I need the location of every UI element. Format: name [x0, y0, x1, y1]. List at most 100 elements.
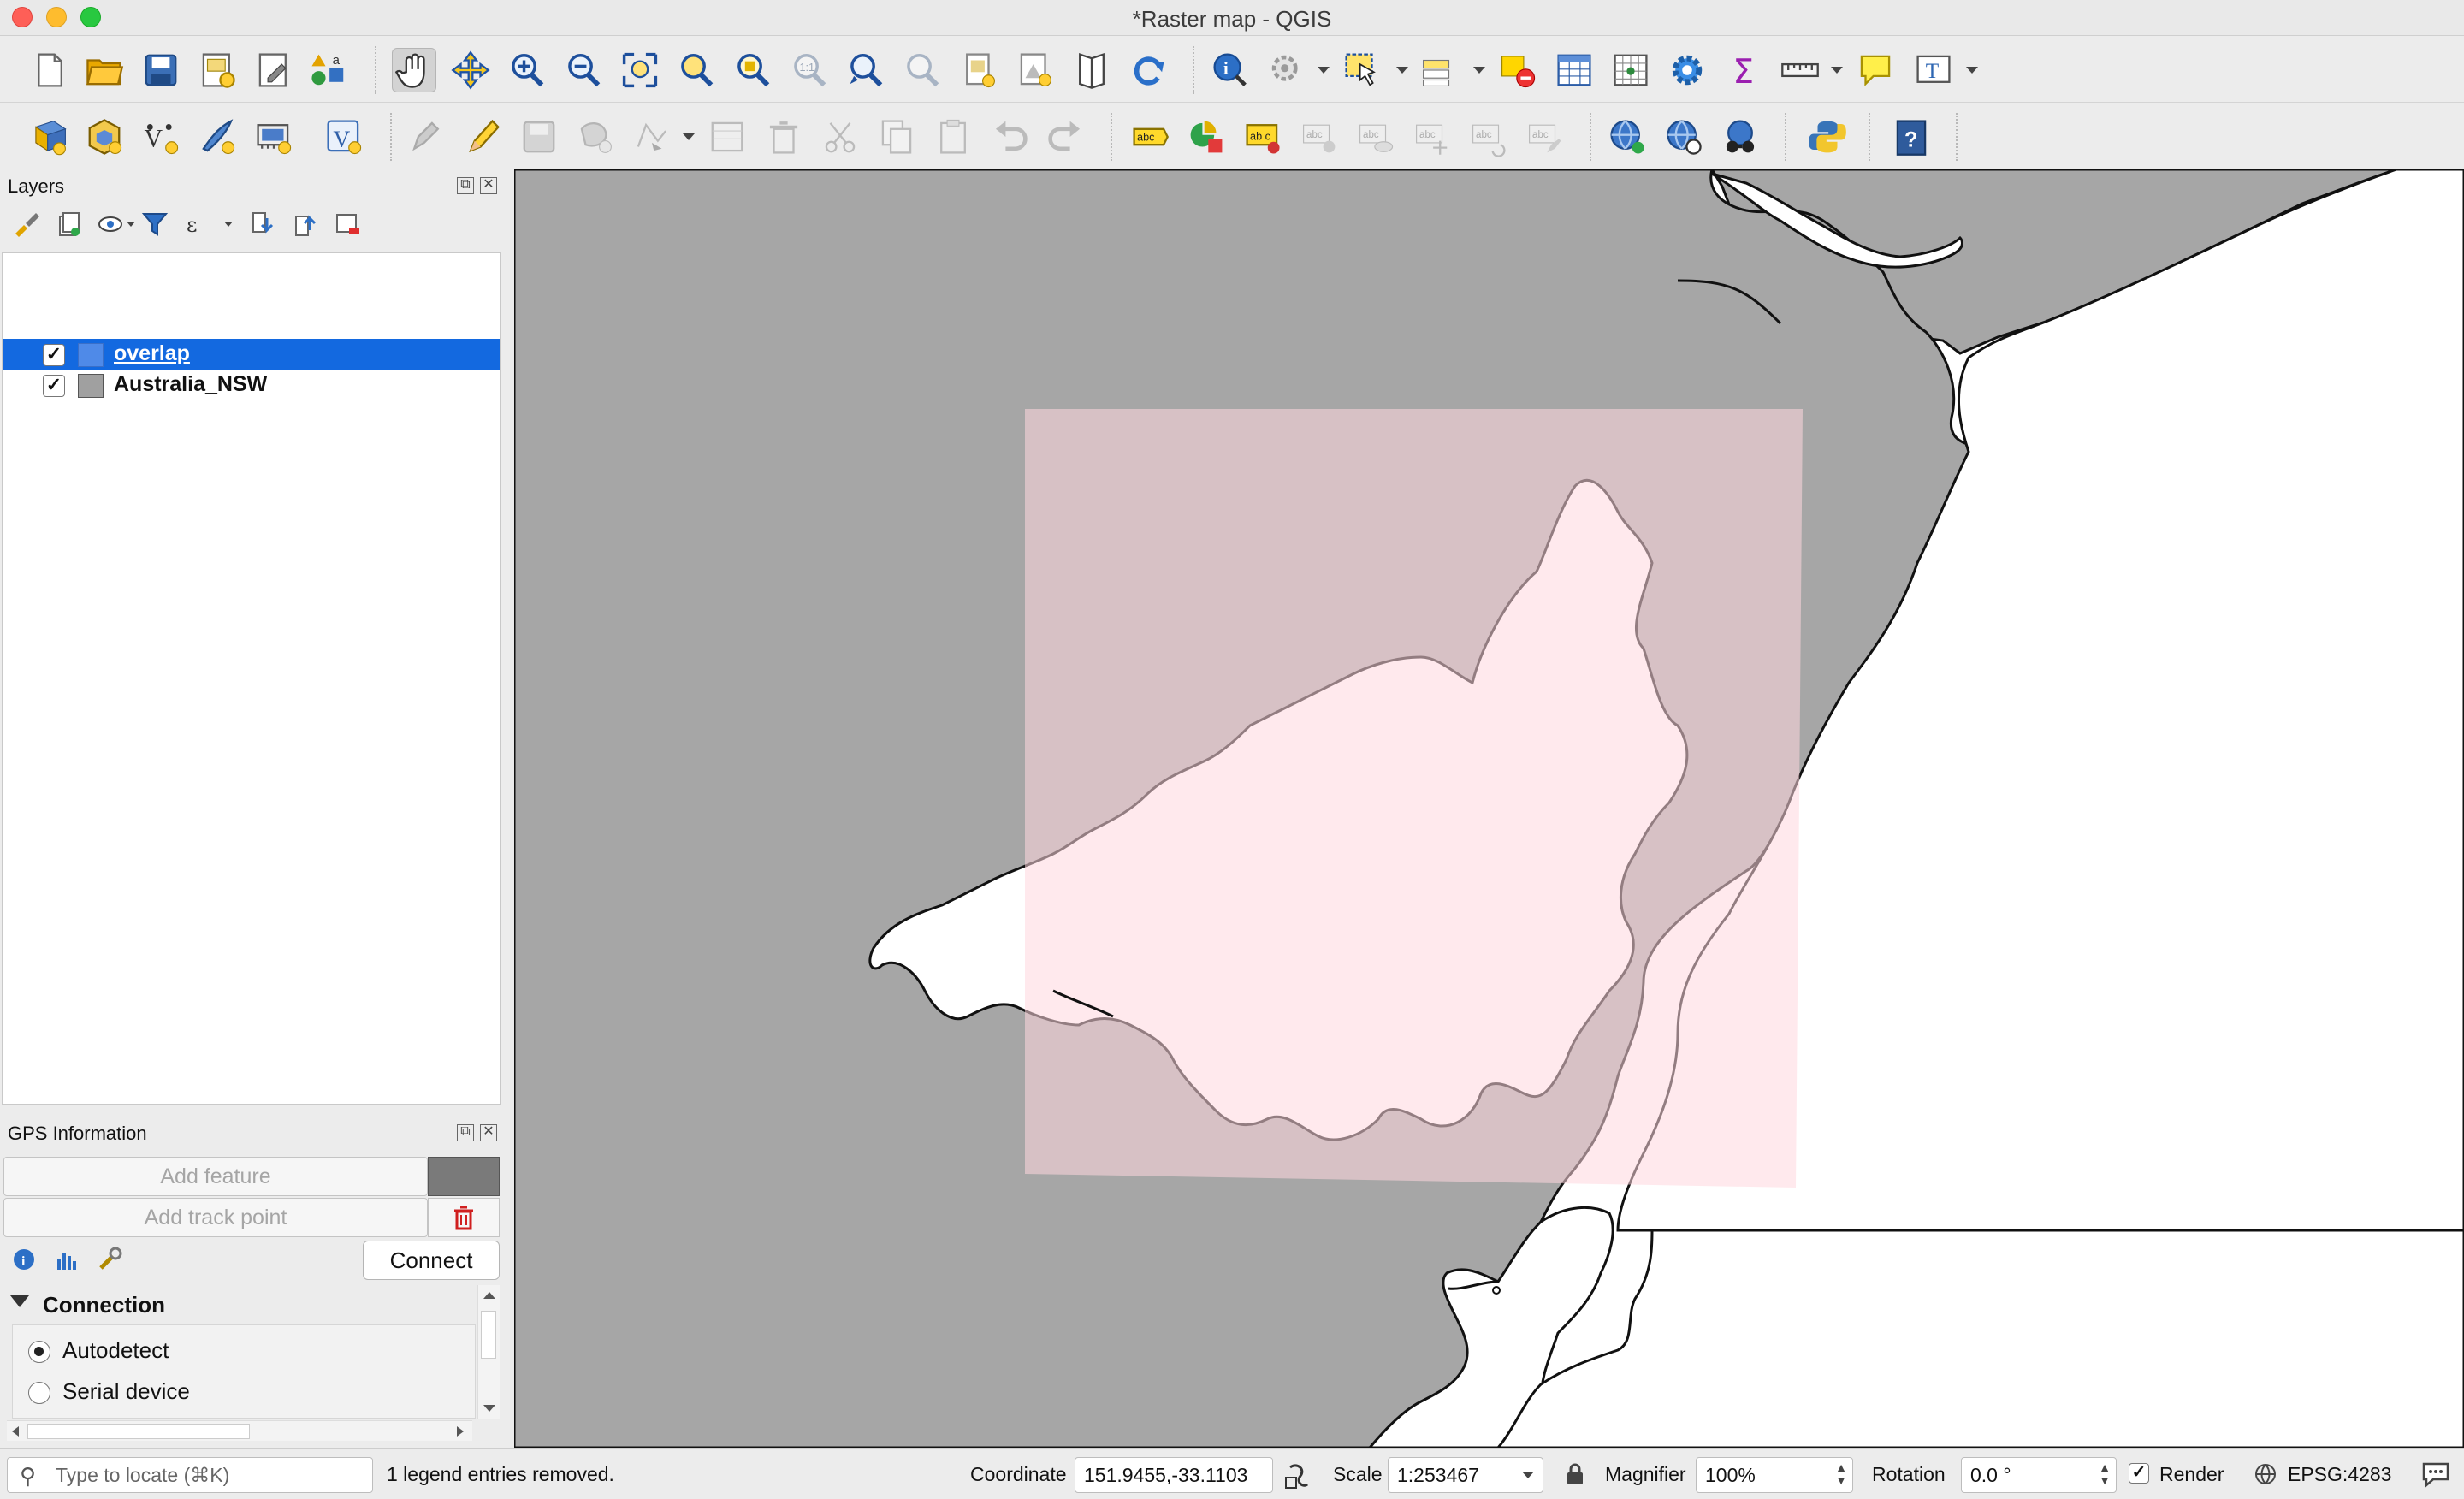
- run-action-icon[interactable]: [1265, 48, 1309, 92]
- connect-button[interactable]: Connect: [363, 1241, 500, 1280]
- manage-visibility-icon[interactable]: [98, 210, 127, 239]
- modify-attributes-icon[interactable]: [705, 115, 749, 159]
- new-virtual-layer-icon[interactable]: V: [322, 115, 366, 159]
- measure-icon[interactable]: [1778, 48, 1822, 92]
- select-features-icon[interactable]: [1340, 48, 1384, 92]
- layout-manager-icon[interactable]: [252, 48, 296, 92]
- move-label-icon[interactable]: abc: [1410, 115, 1454, 159]
- spin-arrows-icon[interactable]: ▲ ▼: [2099, 1461, 2111, 1487]
- new-project-icon[interactable]: [27, 48, 72, 92]
- reset-track-button[interactable]: [428, 1198, 500, 1237]
- select-by-value-icon[interactable]: [1417, 48, 1461, 92]
- pan-to-selection-icon[interactable]: [448, 48, 493, 92]
- pin-labels-icon[interactable]: ab c: [1241, 115, 1285, 159]
- statistics-icon[interactable]: Σ: [1721, 48, 1766, 92]
- toggle-extents-icon[interactable]: [1283, 1460, 1309, 1490]
- change-label-icon[interactable]: abc: [1523, 115, 1567, 159]
- new-3d-view-icon[interactable]: [1013, 48, 1057, 92]
- save-project-icon[interactable]: [139, 48, 183, 92]
- connection-section-toggle[interactable]: Connection: [7, 1287, 503, 1328]
- field-calculator-icon[interactable]: [1608, 48, 1653, 92]
- layer-labeling-icon[interactable]: abc: [1128, 115, 1172, 159]
- processing-toolbox-icon[interactable]: [1665, 48, 1709, 92]
- zoom-native-icon[interactable]: 1:1: [787, 48, 832, 92]
- style-manager-icon[interactable]: a: [306, 48, 351, 92]
- rotate-label-icon[interactable]: abc: [1466, 115, 1511, 159]
- pan-map-icon[interactable]: [392, 48, 436, 92]
- locator-search-input[interactable]: ⚲ Type to locate (⌘K): [7, 1457, 373, 1493]
- track-color-swatch[interactable]: [428, 1157, 500, 1196]
- collapse-all-icon[interactable]: [291, 210, 320, 239]
- new-shapefile-layer-icon[interactable]: V: [139, 115, 183, 159]
- expand-all-icon[interactable]: [248, 210, 277, 239]
- identify-features-icon[interactable]: i: [1208, 48, 1253, 92]
- new-map-view-icon[interactable]: [957, 48, 1001, 92]
- crs-globe-icon[interactable]: [2254, 1462, 2277, 1486]
- add-wms-layer-icon[interactable]: [1605, 115, 1650, 159]
- filter-by-expression-icon[interactable]: ε: [183, 210, 212, 239]
- paste-features-icon[interactable]: [931, 115, 975, 159]
- float-panel-icon[interactable]: ⧉: [457, 1124, 474, 1141]
- settings-wrench-icon[interactable]: [98, 1247, 123, 1271]
- magnifier-spinbox[interactable]: 100% ▲ ▼: [1696, 1457, 1853, 1493]
- refresh-icon[interactable]: [1126, 48, 1170, 92]
- zoom-to-selection-icon[interactable]: [674, 48, 719, 92]
- add-track-point-button[interactable]: Add track point: [3, 1198, 428, 1237]
- render-checkbox[interactable]: ✓: [2129, 1463, 2149, 1484]
- lock-scale-icon[interactable]: [1566, 1462, 1584, 1486]
- deselect-icon[interactable]: [1496, 48, 1540, 92]
- spin-arrows-icon[interactable]: ▲ ▼: [1835, 1461, 1847, 1487]
- remove-layer-icon[interactable]: [334, 210, 363, 239]
- zoom-next-icon[interactable]: [900, 48, 945, 92]
- text-annotation-icon[interactable]: T: [1911, 48, 1956, 92]
- attribute-table-icon[interactable]: [1552, 48, 1596, 92]
- float-panel-icon[interactable]: ⧉: [457, 177, 474, 194]
- coordinate-field[interactable]: 151.9455,-33.1103: [1075, 1457, 1273, 1493]
- map-canvas[interactable]: [514, 169, 2464, 1448]
- messages-icon[interactable]: [2421, 1460, 2450, 1488]
- rotation-spinbox[interactable]: 0.0 ° ▲ ▼: [1961, 1457, 2117, 1493]
- temporal-controller-icon[interactable]: [1069, 48, 1114, 92]
- save-layer-edits-icon[interactable]: [517, 115, 561, 159]
- zoom-full-icon[interactable]: [618, 48, 662, 92]
- close-panel-icon[interactable]: ✕: [480, 1124, 497, 1141]
- help-icon[interactable]: ?: [1889, 115, 1934, 159]
- horizontal-scrollbar[interactable]: [7, 1420, 472, 1441]
- signal-graph-icon[interactable]: [55, 1247, 79, 1271]
- layer-visibility-checkbox[interactable]: ✓: [43, 375, 65, 397]
- cut-features-icon[interactable]: [818, 115, 862, 159]
- vertical-scrollbar[interactable]: [477, 1285, 500, 1419]
- autodetect-radio[interactable]: [28, 1341, 50, 1363]
- close-panel-icon[interactable]: ✕: [480, 177, 497, 194]
- open-layer-styling-icon[interactable]: [12, 210, 41, 239]
- crs-label[interactable]: EPSG:4283: [2288, 1463, 2391, 1486]
- current-edits-icon[interactable]: [404, 115, 448, 159]
- zoom-to-layer-icon[interactable]: [731, 48, 775, 92]
- new-geopackage-layer-icon[interactable]: [82, 115, 127, 159]
- copy-features-icon[interactable]: [874, 115, 919, 159]
- layer-diagram-icon[interactable]: [1184, 115, 1229, 159]
- serial-device-radio[interactable]: [28, 1382, 50, 1404]
- delete-selected-icon[interactable]: [761, 115, 806, 159]
- python-console-icon[interactable]: [1805, 115, 1850, 159]
- layer-item-overlap[interactable]: ✓ overlap: [3, 339, 500, 370]
- highlight-pinned-labels-icon[interactable]: abc: [1297, 115, 1342, 159]
- redo-icon[interactable]: [1044, 115, 1088, 159]
- map-tips-icon[interactable]: [1853, 48, 1898, 92]
- data-source-manager-icon[interactable]: [27, 115, 72, 159]
- info-tab-icon[interactable]: i: [12, 1247, 36, 1271]
- add-wfs-layer-icon[interactable]: [1661, 115, 1706, 159]
- new-temporary-layer-icon[interactable]: [252, 115, 296, 159]
- zoom-out-icon[interactable]: [561, 48, 606, 92]
- show-hide-labels-icon[interactable]: abc: [1353, 115, 1398, 159]
- metasearch-icon[interactable]: [1718, 115, 1762, 159]
- zoom-last-icon[interactable]: [844, 48, 888, 92]
- zoom-in-icon[interactable]: [505, 48, 549, 92]
- layer-item-australia-nsw[interactable]: ✓ Australia_NSW: [3, 370, 500, 400]
- layer-visibility-checkbox[interactable]: ✓: [43, 344, 65, 366]
- open-project-icon[interactable]: [82, 48, 127, 92]
- undo-icon[interactable]: [987, 115, 1032, 159]
- scale-combobox[interactable]: 1:253467: [1388, 1457, 1543, 1493]
- vertex-tool-icon[interactable]: [630, 115, 674, 159]
- add-group-icon[interactable]: [55, 210, 84, 239]
